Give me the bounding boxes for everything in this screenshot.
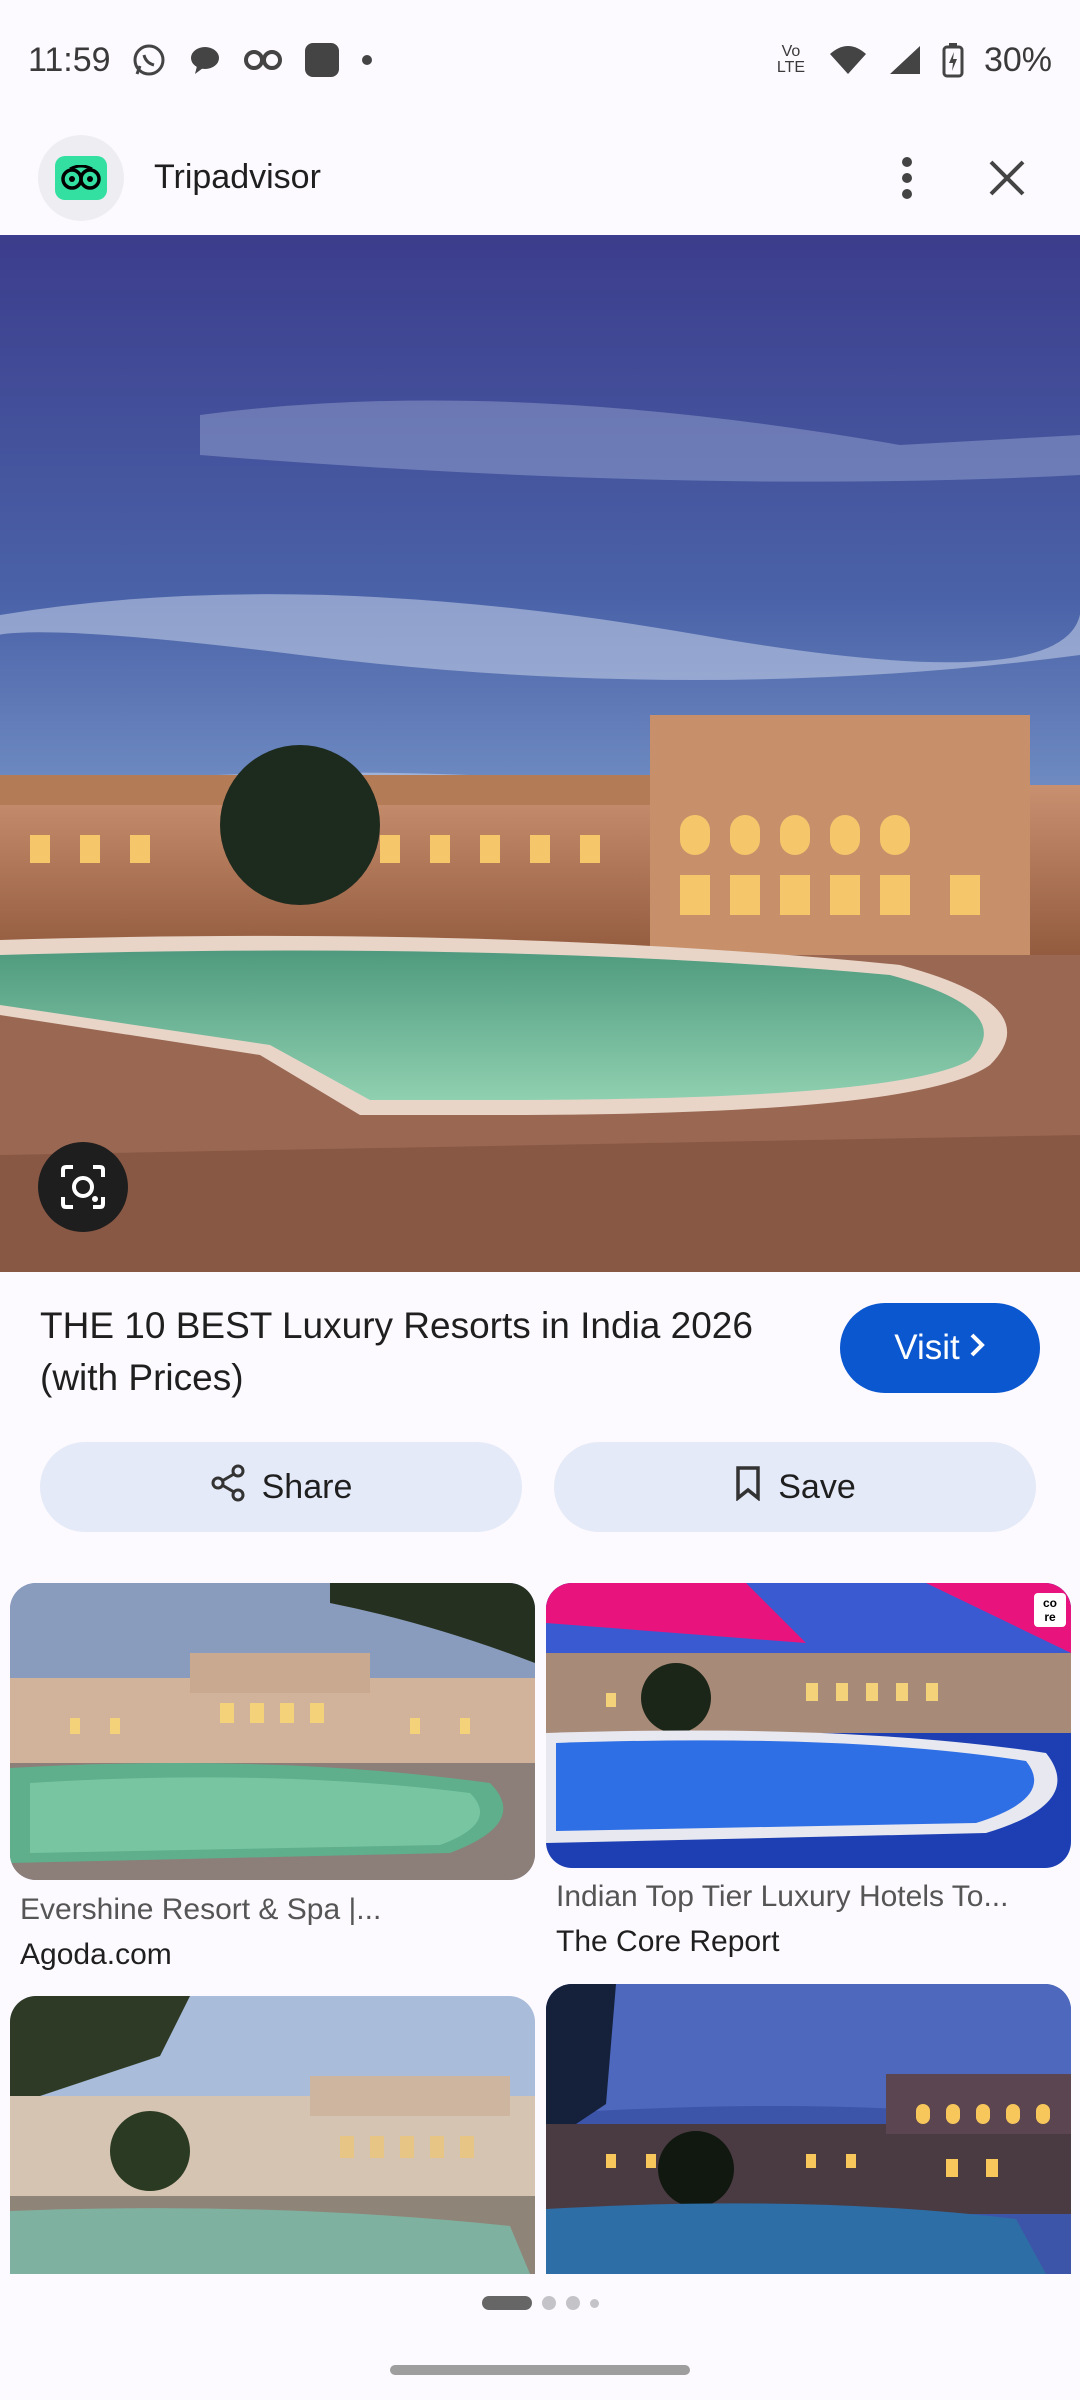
related-title[interactable]: Indian Top Tier Luxury Hotels To...: [556, 1880, 1008, 1914]
related-title[interactable]: Evershine Resort & Spa |...: [20, 1893, 381, 1927]
share-label: Share: [261, 1467, 353, 1506]
share-button[interactable]: Share: [40, 1442, 522, 1532]
visit-label: Visit: [894, 1328, 960, 1367]
site-name[interactable]: Tripadvisor: [154, 158, 842, 197]
page-dot: [541, 2296, 556, 2310]
battery-level: 30%: [983, 40, 1052, 79]
page-dot: [565, 2296, 580, 2310]
core-report-badge: co: [1043, 1596, 1057, 1610]
page-indicator: [0, 2296, 1080, 2310]
signal-icon: [888, 44, 922, 76]
bookmark-icon: [734, 1465, 762, 1510]
whatsapp-icon: [131, 42, 167, 78]
app-square-icon: [303, 41, 341, 79]
related-image[interactable]: [10, 1996, 535, 2274]
site-header: Tripadvisor: [0, 120, 1080, 235]
svg-text:re: re: [1044, 1610, 1056, 1624]
more-vert-icon[interactable]: [872, 143, 942, 213]
result-title[interactable]: THE 10 BEST Luxury Resorts in India 2026…: [40, 1300, 820, 1404]
hero-image[interactable]: [0, 235, 1080, 1272]
network-type: Vo LTE: [776, 43, 806, 76]
related-source: The Core Report: [556, 1925, 780, 1958]
save-label: Save: [778, 1467, 856, 1506]
glasses-icon: [243, 45, 283, 75]
battery-icon: [942, 42, 964, 78]
share-icon: [210, 1464, 246, 1511]
chevron-right-icon: [968, 1328, 986, 1368]
home-indicator[interactable]: [390, 2365, 690, 2375]
related-image[interactable]: [10, 1583, 535, 1880]
page-dot-active: [481, 2296, 532, 2310]
page-dot: [589, 2298, 599, 2308]
related-image[interactable]: co re: [546, 1583, 1071, 1868]
google-lens-icon[interactable]: [38, 1142, 128, 1232]
related-image[interactable]: [546, 1984, 1071, 2274]
save-button[interactable]: Save: [554, 1442, 1036, 1532]
dot-icon: [361, 54, 373, 66]
related-source: Agoda.com: [20, 1938, 172, 1971]
wifi-icon: [828, 44, 868, 76]
clock: 11:59: [28, 40, 111, 79]
chat-bubble-icon: [187, 42, 223, 78]
close-icon[interactable]: [972, 143, 1042, 213]
visit-button[interactable]: Visit: [840, 1303, 1040, 1393]
tripadvisor-logo-icon[interactable]: [38, 134, 124, 221]
status-bar: 11:59 Vo LTE 30%: [0, 0, 1080, 120]
